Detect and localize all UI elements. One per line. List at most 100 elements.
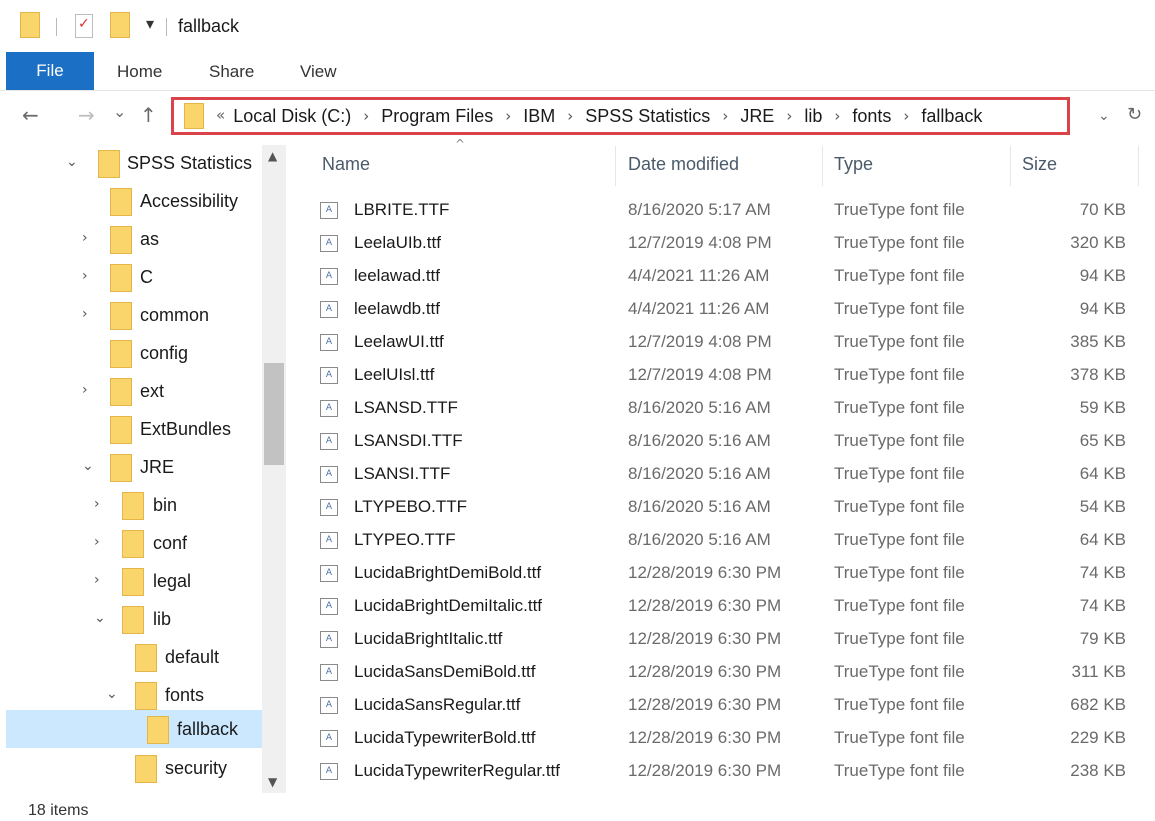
address-overflow-icon[interactable]: « xyxy=(216,106,225,127)
file-name: LSANSD.TTF xyxy=(354,398,458,417)
recent-locations-button[interactable]: ⌄ xyxy=(113,102,126,121)
scroll-down-icon[interactable]: ▼ xyxy=(268,775,277,789)
column-divider[interactable] xyxy=(615,146,616,186)
tree-item-extbundles[interactable]: ExtBundles xyxy=(0,411,262,449)
address-bar[interactable]: « Local Disk (C:) › Program Files › IBM … xyxy=(171,97,1070,135)
column-header-name[interactable]: Name xyxy=(322,154,370,175)
chevron-down-icon[interactable]: ⌄ xyxy=(82,458,94,474)
column-divider[interactable] xyxy=(1138,146,1139,186)
file-type: TrueType font file xyxy=(834,695,965,714)
tree-item-spss-statistics[interactable]: ⌄ SPSS Statistics xyxy=(0,145,262,183)
tree-item-ext[interactable]: › ext xyxy=(0,373,262,411)
file-row[interactable]: A LeelUIsl.ttf 12/7/2019 4:08 PM TrueTyp… xyxy=(312,359,1142,392)
breadcrumb-fonts[interactable]: fonts xyxy=(852,106,891,127)
breadcrumb-ibm[interactable]: IBM xyxy=(523,106,555,127)
tree-item-security[interactable]: security xyxy=(0,750,262,788)
properties-icon[interactable] xyxy=(75,14,93,38)
tree-item-as[interactable]: › as xyxy=(0,221,262,259)
tab-file[interactable]: File xyxy=(6,52,94,90)
chevron-right-icon[interactable]: › xyxy=(567,107,573,128)
file-row[interactable]: A LucidaBrightDemiItalic.ttf 12/28/2019 … xyxy=(312,590,1142,623)
column-divider[interactable] xyxy=(1010,146,1011,186)
tree-item-bin[interactable]: › bin xyxy=(0,487,262,525)
tree-item-default[interactable]: default xyxy=(0,639,262,677)
chevron-right-icon[interactable]: › xyxy=(834,107,840,128)
column-header-date[interactable]: Date modified xyxy=(628,154,739,175)
file-row[interactable]: A LucidaBrightItalic.ttf 12/28/2019 6:30… xyxy=(312,623,1142,656)
file-size: 70 KB xyxy=(1079,200,1126,219)
breadcrumb-jre[interactable]: JRE xyxy=(740,106,774,127)
customize-toolbar-icon[interactable]: ▾ xyxy=(146,14,154,33)
tree-item-fallback[interactable]: fallback xyxy=(6,710,262,748)
chevron-right-icon[interactable]: › xyxy=(903,107,909,128)
file-row[interactable]: A LucidaTypewriterRegular.ttf 12/28/2019… xyxy=(312,755,1142,788)
column-header-size[interactable]: Size xyxy=(1022,154,1057,175)
breadcrumb-local-disk[interactable]: Local Disk (C:) xyxy=(233,106,351,127)
chevron-down-icon[interactable]: ⌄ xyxy=(66,154,78,170)
column-header-type[interactable]: Type xyxy=(834,154,873,175)
address-dropdown-icon[interactable]: ⌄ xyxy=(1098,108,1110,124)
chevron-right-icon[interactable]: › xyxy=(82,306,88,322)
scroll-thumb[interactable] xyxy=(264,363,284,465)
chevron-right-icon[interactable]: › xyxy=(786,107,792,128)
file-date: 12/7/2019 4:08 PM xyxy=(628,332,772,351)
file-row[interactable]: A leelawad.ttf 4/4/2021 11:26 AM TrueTyp… xyxy=(312,260,1142,293)
tree-item-accessibility[interactable]: Accessibility xyxy=(0,183,262,221)
file-row[interactable]: A LucidaSansDemiBold.ttf 12/28/2019 6:30… xyxy=(312,656,1142,689)
file-date: 4/4/2021 11:26 AM xyxy=(628,299,770,318)
new-folder-icon[interactable] xyxy=(110,12,130,38)
tree-item-config[interactable]: config xyxy=(0,335,262,373)
forward-button[interactable]: → xyxy=(78,103,95,127)
chevron-right-icon[interactable]: › xyxy=(82,230,88,246)
file-row[interactable]: A LTYPEBO.TTF 8/16/2020 5:16 AM TrueType… xyxy=(312,491,1142,524)
tree-item-conf[interactable]: › conf xyxy=(0,525,262,563)
file-row[interactable]: A leelawdb.ttf 4/4/2021 11:26 AM TrueTyp… xyxy=(312,293,1142,326)
tab-home[interactable]: Home xyxy=(117,62,162,82)
title-bar: ▾ fallback xyxy=(0,0,1155,52)
chevron-right-icon[interactable]: › xyxy=(505,107,511,128)
file-row[interactable]: A LTYPEO.TTF 8/16/2020 5:16 AM TrueType … xyxy=(312,524,1142,557)
file-row[interactable]: A LSANSI.TTF 8/16/2020 5:16 AM TrueType … xyxy=(312,458,1142,491)
tree-item-jre[interactable]: ⌄ JRE xyxy=(0,449,262,487)
file-row[interactable]: A LucidaBrightDemiBold.ttf 12/28/2019 6:… xyxy=(312,557,1142,590)
up-button[interactable]: ↑ xyxy=(140,103,157,127)
navigation-scrollbar[interactable]: ▲ ▼ xyxy=(262,145,286,793)
chevron-down-icon[interactable]: ⌄ xyxy=(106,686,118,702)
file-row[interactable]: A LucidaSansRegular.ttf 12/28/2019 6:30 … xyxy=(312,689,1142,722)
tree-item-legal[interactable]: › legal xyxy=(0,563,262,601)
tree-item-c[interactable]: › C xyxy=(0,259,262,297)
file-row[interactable]: A LucidaTypewriterBold.ttf 12/28/2019 6:… xyxy=(312,722,1142,755)
file-row[interactable]: A LSANSD.TTF 8/16/2020 5:16 AM TrueType … xyxy=(312,392,1142,425)
tab-share[interactable]: Share xyxy=(209,62,254,82)
tab-view[interactable]: View xyxy=(300,62,337,82)
file-row[interactable]: A LeelawUI.ttf 12/7/2019 4:08 PM TrueTyp… xyxy=(312,326,1142,359)
file-row[interactable]: A LeelaUIb.ttf 12/7/2019 4:08 PM TrueTyp… xyxy=(312,227,1142,260)
breadcrumb-fallback[interactable]: fallback xyxy=(921,106,982,127)
chevron-down-icon[interactable]: ⌄ xyxy=(94,610,106,626)
column-divider[interactable] xyxy=(822,146,823,186)
refresh-button[interactable]: ↻ xyxy=(1127,104,1142,125)
file-row[interactable]: A LSANSDI.TTF 8/16/2020 5:16 AM TrueType… xyxy=(312,425,1142,458)
breadcrumb-spss-statistics[interactable]: SPSS Statistics xyxy=(585,106,710,127)
breadcrumb-program-files[interactable]: Program Files xyxy=(381,106,493,127)
chevron-right-icon[interactable]: › xyxy=(94,496,100,512)
font-file-icon: A xyxy=(320,433,338,450)
back-button[interactable]: ← xyxy=(22,103,39,127)
file-type: TrueType font file xyxy=(834,629,965,648)
file-row[interactable]: A LBRITE.TTF 8/16/2020 5:17 AM TrueType … xyxy=(312,194,1142,227)
chevron-right-icon[interactable]: › xyxy=(94,534,100,550)
tree-item-common[interactable]: › common xyxy=(0,297,262,335)
file-name: LucidaBrightItalic.ttf xyxy=(354,629,503,648)
file-date: 12/28/2019 6:30 PM xyxy=(628,728,782,747)
tree-item-label: as xyxy=(140,229,160,249)
chevron-right-icon[interactable]: › xyxy=(94,572,100,588)
tree-item-lib[interactable]: ⌄ lib xyxy=(0,601,262,639)
breadcrumb-lib[interactable]: lib xyxy=(804,106,822,127)
chevron-right-icon[interactable]: › xyxy=(82,268,88,284)
folder-icon[interactable] xyxy=(20,12,40,38)
scroll-up-icon[interactable]: ▲ xyxy=(268,149,277,163)
chevron-right-icon[interactable]: › xyxy=(82,382,88,398)
chevron-right-icon[interactable]: › xyxy=(363,107,369,128)
chevron-right-icon[interactable]: › xyxy=(722,107,728,128)
folder-icon xyxy=(135,682,157,710)
